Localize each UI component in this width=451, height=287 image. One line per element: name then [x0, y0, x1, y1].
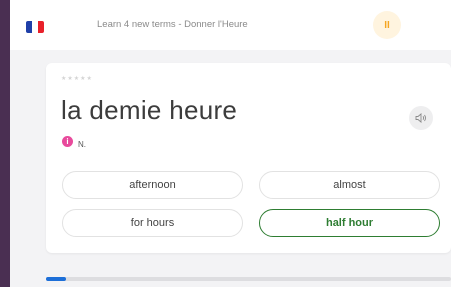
flashcard: ★★★★★ la demie heure i N. afternoon almo… [46, 63, 451, 253]
speaker-icon [415, 113, 426, 123]
pause-button[interactable]: II [373, 11, 401, 39]
difficulty-stars: ★★★★★ [61, 76, 93, 82]
lesson-title: Learn 4 new terms - Donner l'Heure [97, 19, 248, 30]
answer-option-afternoon[interactable]: afternoon [62, 171, 243, 199]
lesson-progress-fill [46, 277, 67, 281]
app-window: Learn 4 new terms - Donner l'Heure II ★★… [10, 0, 451, 287]
answer-option-almost[interactable]: almost [259, 171, 440, 199]
audio-button[interactable] [409, 106, 433, 130]
answer-option-half-hour[interactable]: half hour [259, 209, 440, 237]
french-flag-icon [26, 21, 44, 33]
flag-stripe-red [38, 21, 44, 33]
term-text: la demie heure [61, 95, 238, 125]
part-of-speech: N. [78, 140, 86, 149]
top-bar: Learn 4 new terms - Donner l'Heure II [10, 0, 451, 50]
pause-icon: II [384, 19, 390, 31]
info-icon[interactable]: i [62, 136, 73, 147]
answer-option-for-hours[interactable]: for hours [62, 209, 243, 237]
lesson-progress-bar [46, 277, 451, 281]
